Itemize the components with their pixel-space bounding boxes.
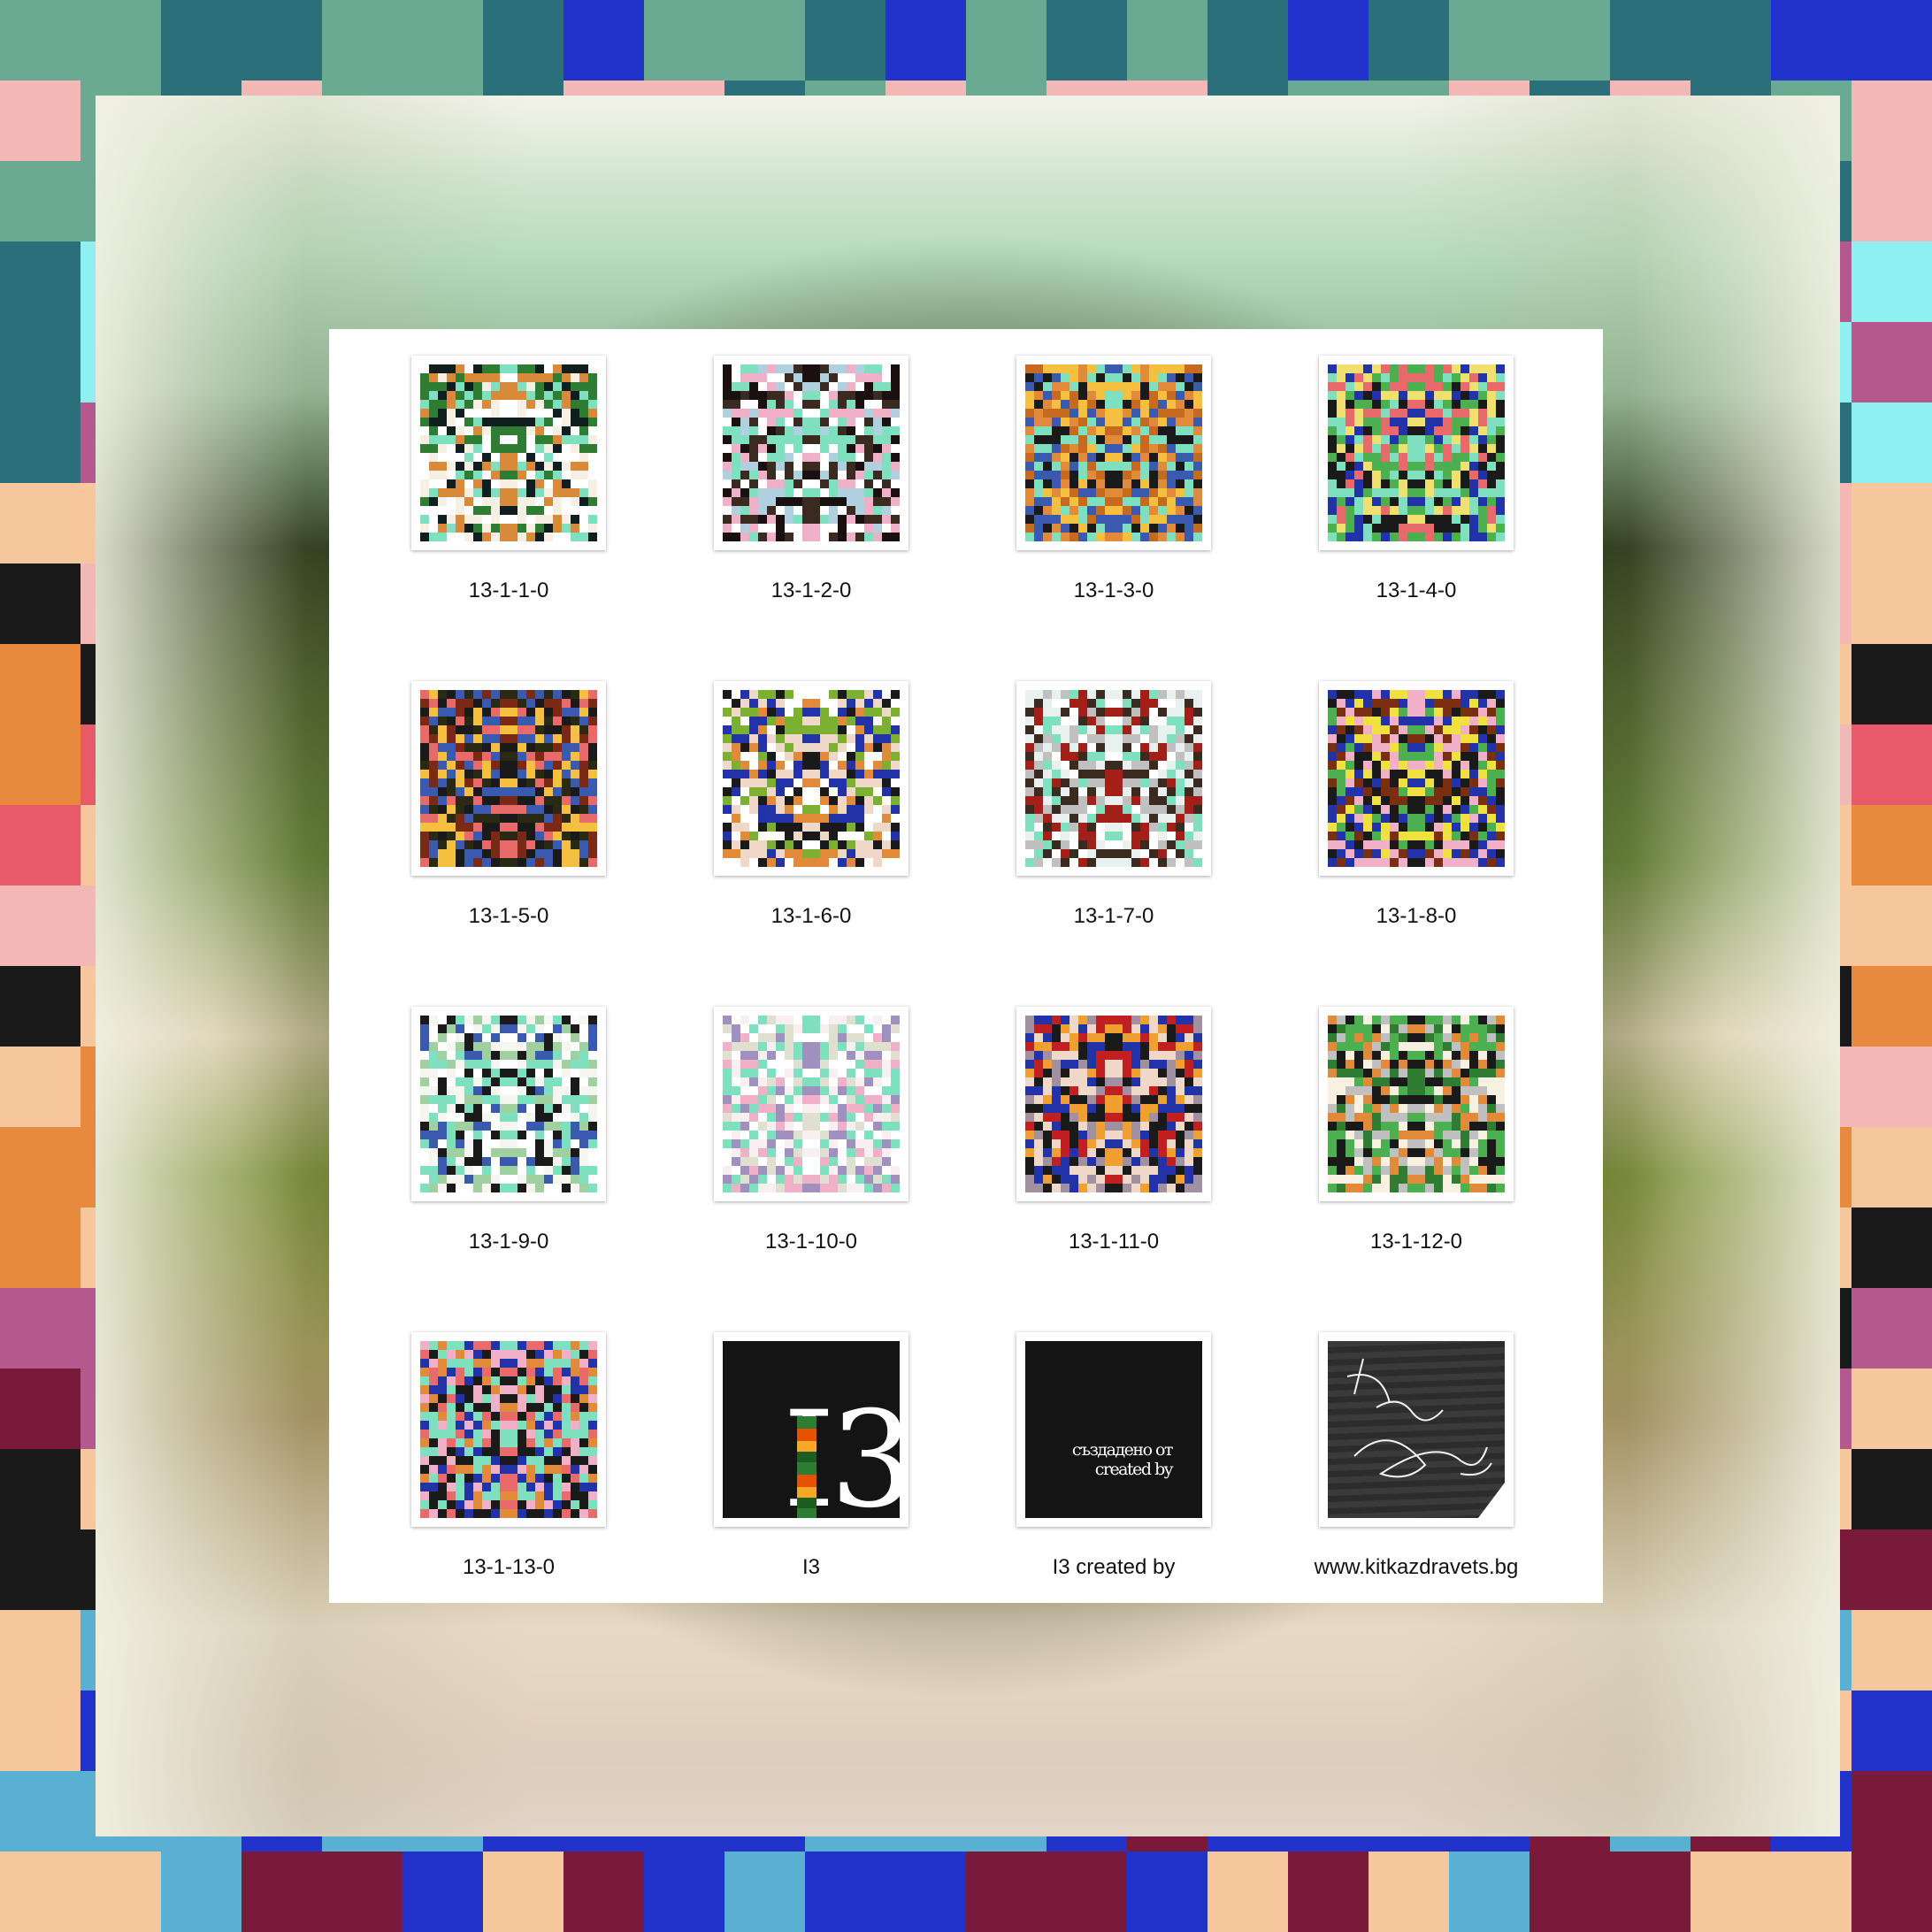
file-item[interactable]: www.kitkazdravets.bg bbox=[1237, 1306, 1518, 1606]
file-label[interactable]: 13-1-4-0 bbox=[1237, 579, 1596, 603]
file-item[interactable]: 13-1-4-0 bbox=[1237, 329, 1514, 630]
file-thumbnail[interactable] bbox=[714, 356, 908, 550]
file-thumbnail[interactable] bbox=[1319, 1332, 1514, 1527]
file-label[interactable]: www.kitkazdravets.bg bbox=[1237, 1555, 1596, 1580]
file-item[interactable]: 13-1-5-0 bbox=[329, 655, 606, 955]
file-item[interactable]: 13-1-10-0 bbox=[632, 980, 908, 1281]
pixel-pattern-image bbox=[420, 364, 597, 541]
file-item[interactable]: 13-1-13-0 bbox=[329, 1306, 606, 1606]
signature-image bbox=[1328, 1341, 1505, 1518]
file-thumbnail[interactable] bbox=[1319, 356, 1514, 550]
pixel-pattern-image bbox=[723, 690, 900, 867]
file-item[interactable]: 13-1-2-0 bbox=[632, 329, 908, 630]
pixel-pattern-image bbox=[1328, 690, 1505, 867]
created-by-image: създадено от created by bbox=[1025, 1341, 1202, 1518]
pixel-pattern-image bbox=[723, 364, 900, 541]
pixel-pattern-image bbox=[1328, 1016, 1505, 1192]
pixel-pattern-image bbox=[1025, 690, 1202, 867]
file-thumbnail[interactable] bbox=[1016, 356, 1211, 550]
file-thumbnail[interactable] bbox=[411, 356, 606, 550]
file-item[interactable]: създадено от created by I3 created by bbox=[934, 1306, 1211, 1606]
file-thumbnail[interactable] bbox=[1016, 681, 1211, 876]
file-item[interactable]: 13-1-7-0 bbox=[934, 655, 1211, 955]
file-item[interactable]: 13-1-6-0 bbox=[632, 655, 908, 955]
pixel-pattern-image bbox=[420, 1341, 597, 1518]
file-label[interactable]: 13-1-8-0 bbox=[1237, 904, 1596, 929]
pixel-pattern-image bbox=[1025, 364, 1202, 541]
file-thumbnail[interactable] bbox=[714, 681, 908, 876]
file-item[interactable]: 13-1-11-0 bbox=[934, 980, 1211, 1281]
pixel-pattern-image bbox=[723, 1016, 900, 1192]
file-item[interactable]: 13-1-8-0 bbox=[1237, 655, 1514, 955]
file-item[interactable]: 13-1-3-0 bbox=[934, 329, 1211, 630]
file-thumbnail[interactable] bbox=[714, 1007, 908, 1201]
file-item[interactable]: 13-1-1-0 bbox=[329, 329, 606, 630]
file-thumbnail[interactable] bbox=[1319, 1007, 1514, 1201]
file-thumbnail[interactable] bbox=[1319, 681, 1514, 876]
file-label[interactable]: 13-1-12-0 bbox=[1237, 1230, 1596, 1254]
file-item[interactable]: I3 I3 bbox=[632, 1306, 908, 1606]
file-item[interactable]: 13-1-9-0 bbox=[329, 980, 606, 1281]
file-thumbnail[interactable] bbox=[1016, 1007, 1211, 1201]
file-thumbnail[interactable]: създадено от created by bbox=[1016, 1332, 1211, 1527]
finder-window: 13-1-1-0 13-1-2-0 13-1-3-0 13-1-4-0 13-1-5-0… bbox=[329, 329, 1603, 1603]
icon-grid: 13-1-1-0 13-1-2-0 13-1-3-0 13-1-4-0 13-1-5-0… bbox=[329, 329, 1603, 1603]
file-thumbnail[interactable] bbox=[411, 1007, 606, 1201]
pixel-pattern-image bbox=[1328, 364, 1505, 541]
file-thumbnail[interactable] bbox=[411, 1332, 606, 1527]
i3-logo-image: I3 bbox=[723, 1341, 900, 1518]
file-thumbnail[interactable]: I3 bbox=[714, 1332, 908, 1527]
pixel-pattern-image bbox=[1025, 1016, 1202, 1192]
file-thumbnail[interactable] bbox=[411, 681, 606, 876]
pixel-pattern-image bbox=[420, 690, 597, 867]
pixel-pattern-image bbox=[420, 1016, 597, 1192]
file-item[interactable]: 13-1-12-0 bbox=[1237, 980, 1514, 1281]
